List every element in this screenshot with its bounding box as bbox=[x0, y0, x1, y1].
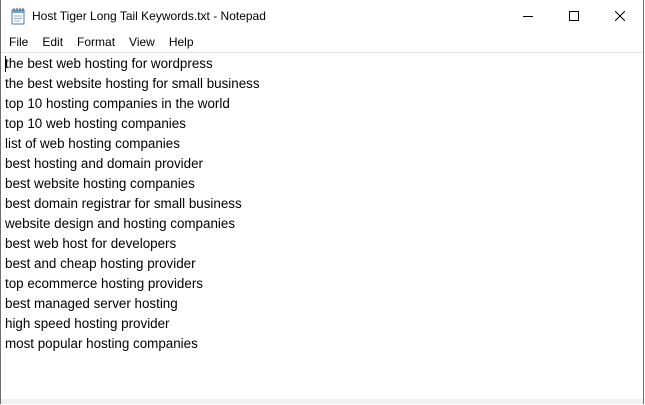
notepad-icon[interactable] bbox=[10, 7, 26, 25]
text-line[interactable]: best hosting and domain provider bbox=[1, 154, 643, 174]
close-icon bbox=[615, 11, 625, 21]
text-line[interactable]: best and cheap hosting provider bbox=[1, 254, 643, 274]
text-line[interactable]: the best web hosting for wordpress bbox=[1, 54, 643, 74]
text-line[interactable]: top ecommerce hosting providers bbox=[1, 274, 643, 294]
menu-file[interactable]: File bbox=[2, 32, 35, 52]
title-bar[interactable]: Host Tiger Long Tail Keywords.txt - Note… bbox=[1, 0, 643, 32]
menu-help[interactable]: Help bbox=[162, 32, 201, 52]
text-line[interactable]: best domain registrar for small business bbox=[1, 194, 643, 214]
menu-bar: File Edit Format View Help bbox=[1, 32, 643, 52]
minimize-icon bbox=[523, 16, 533, 17]
text-line[interactable]: best web host for developers bbox=[1, 234, 643, 254]
text-line[interactable]: best managed server hosting bbox=[1, 294, 643, 314]
text-line[interactable]: high speed hosting provider bbox=[1, 314, 643, 334]
text-line[interactable]: top 10 hosting companies in the world bbox=[1, 94, 643, 114]
maximize-icon bbox=[569, 11, 579, 21]
maximize-button[interactable] bbox=[551, 0, 597, 32]
text-line[interactable]: list of web hosting companies bbox=[1, 134, 643, 154]
document-lines: the best web hosting for wordpress the b… bbox=[1, 53, 643, 354]
text-line[interactable]: best website hosting companies bbox=[1, 174, 643, 194]
text-line[interactable]: most popular hosting companies bbox=[1, 334, 643, 354]
menu-format[interactable]: Format bbox=[70, 32, 122, 52]
text-line[interactable]: the best website hosting for small busin… bbox=[1, 74, 643, 94]
notepad-window: Host Tiger Long Tail Keywords.txt - Note… bbox=[0, 0, 644, 404]
text-editor[interactable]: the best web hosting for wordpress the b… bbox=[1, 52, 643, 399]
minimize-button[interactable] bbox=[505, 0, 551, 32]
horizontal-scrollbar[interactable] bbox=[1, 399, 643, 404]
menu-edit[interactable]: Edit bbox=[35, 32, 70, 52]
caption-buttons bbox=[505, 0, 643, 32]
text-line[interactable]: website design and hosting companies bbox=[1, 214, 643, 234]
close-button[interactable] bbox=[597, 0, 643, 32]
window-title: Host Tiger Long Tail Keywords.txt - Note… bbox=[32, 9, 266, 23]
menu-view[interactable]: View bbox=[122, 32, 162, 52]
text-caret bbox=[5, 56, 6, 72]
text-line[interactable]: top 10 web hosting companies bbox=[1, 114, 643, 134]
